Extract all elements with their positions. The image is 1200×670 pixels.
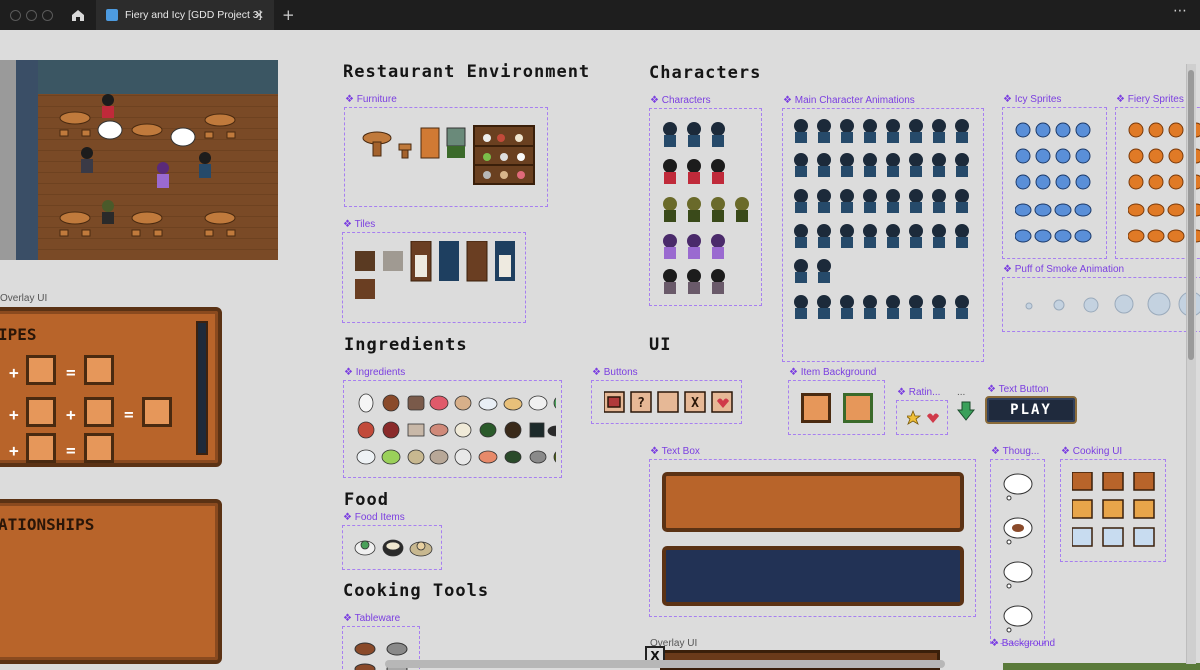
- frame-label-buttons[interactable]: ❖ Buttons: [592, 367, 638, 378]
- frame-ingredients[interactable]: [343, 380, 562, 478]
- home-button[interactable]: [62, 0, 94, 30]
- frame-furniture[interactable]: [344, 107, 548, 207]
- equals-sign: =: [124, 405, 134, 424]
- background-image-preview[interactable]: [1003, 663, 1200, 670]
- heading-food: Food: [344, 490, 389, 510]
- restaurant-furniture-sprites: [59, 94, 236, 237]
- x-button-glyph: X: [691, 396, 699, 411]
- recipe-slot: [26, 355, 56, 385]
- frame-thought[interactable]: [990, 459, 1045, 644]
- frame-label-thought[interactable]: ❖ Thoug...: [991, 446, 1039, 457]
- frame-label-text-button[interactable]: ❖ Text Button: [987, 384, 1049, 395]
- recipe-slot: [26, 397, 56, 427]
- play-button[interactable]: PLAY: [985, 396, 1077, 424]
- window-minimize-control[interactable]: [26, 10, 37, 21]
- food-item-sprites: [354, 539, 433, 557]
- figma-file-icon: [106, 9, 118, 21]
- arrow-down-icon[interactable]: [957, 401, 975, 421]
- frame-label-item-background[interactable]: ❖ Item Background: [789, 367, 876, 378]
- new-tab-button[interactable]: +: [282, 6, 295, 24]
- question-button-glyph: ?: [637, 396, 645, 411]
- plus-sign: +: [9, 405, 19, 424]
- design-canvas[interactable]: Restaurant Environment ❖ Furniture ❖ Til…: [0, 30, 1200, 670]
- frame-label-tableware[interactable]: ❖ Tableware: [343, 613, 400, 624]
- frame-item-background[interactable]: [788, 380, 885, 435]
- thought-bubble-sprites: [1003, 473, 1033, 633]
- frame-buttons[interactable]: ? X: [591, 380, 742, 424]
- heading-ui: UI: [649, 335, 672, 355]
- equals-sign: =: [66, 363, 76, 382]
- relationships-panel-title: ATIONSHIPS: [0, 515, 95, 534]
- frame-tiles[interactable]: [342, 232, 526, 323]
- frame-label-background[interactable]: ❖ Background: [990, 638, 1055, 649]
- frame-label-overlay-ui-left[interactable]: Overlay UI: [0, 293, 47, 304]
- canvas-vertical-scroll-thumb[interactable]: [1188, 70, 1194, 360]
- text-box-orange: [662, 472, 964, 532]
- frame-label-ingredients[interactable]: ❖ Ingredients: [344, 367, 405, 378]
- rating-sprites: [907, 410, 939, 425]
- restaurant-scene-image[interactable]: [0, 60, 278, 260]
- frame-puff-of-smoke-animation[interactable]: [1002, 277, 1200, 332]
- tab-close-button[interactable]: ✕: [254, 8, 264, 22]
- recipes-panel-title: IPES: [0, 325, 37, 344]
- canvas-horizontal-scrollbar[interactable]: [385, 660, 945, 668]
- tile-sprites: [355, 241, 515, 299]
- equals-sign: =: [66, 441, 76, 460]
- frame-label-rating[interactable]: ❖ Ratin...: [897, 387, 940, 398]
- more-menu-button[interactable]: ⋯: [1173, 3, 1188, 19]
- heading-cooking-tools: Cooking Tools: [343, 581, 490, 601]
- window-zoom-control[interactable]: [42, 10, 53, 21]
- home-icon: [72, 9, 84, 21]
- plus-sign: +: [9, 363, 19, 382]
- frame-food-items[interactable]: [342, 525, 442, 570]
- recipe-slot: [142, 397, 172, 427]
- window-close-control[interactable]: [10, 10, 21, 21]
- frame-label-main-character-animations[interactable]: ❖ Main Character Animations: [783, 95, 915, 106]
- frame-label-tiles[interactable]: ❖ Tiles: [343, 219, 375, 230]
- frame-label-fiery-sprites[interactable]: ❖ Fiery Sprites: [1116, 94, 1184, 105]
- relationships-panel: ATIONSHIPS: [0, 499, 222, 664]
- furniture-sprites: [362, 125, 535, 185]
- frame-label-cooking-ui[interactable]: ❖ Cooking UI: [1061, 446, 1122, 457]
- window-titlebar: Fiery and Icy [GDD Project 3] ✕ + ⋯: [0, 0, 1200, 30]
- heading-restaurant-environment: Restaurant Environment: [343, 62, 591, 82]
- frame-label-puff-of-smoke-animation[interactable]: ❖ Puff of Smoke Animation: [1003, 264, 1124, 275]
- heading-characters: Characters: [649, 63, 762, 83]
- heading-ingredients: Ingredients: [344, 335, 468, 355]
- recipes-panel: IPES + = + + = + =: [0, 307, 222, 467]
- character-sprites: [663, 122, 749, 294]
- button-sprites: ? X: [604, 391, 733, 413]
- ingredient-sprites: [356, 393, 556, 466]
- frame-main-character-animations[interactable]: [782, 108, 984, 362]
- tab-title: Fiery and Icy [GDD Project 3]: [125, 9, 262, 21]
- frame-characters[interactable]: [649, 108, 762, 306]
- plus-sign: +: [9, 441, 19, 460]
- frame-text-box[interactable]: [649, 459, 976, 617]
- recipe-slot: [84, 433, 114, 463]
- frame-rating[interactable]: [896, 400, 948, 435]
- frame-label-furniture[interactable]: ❖ Furniture: [345, 94, 397, 105]
- plus-sign: +: [66, 405, 76, 424]
- item-background-selected: [843, 393, 873, 423]
- frame-icy-sprites[interactable]: [1002, 107, 1107, 259]
- recipes-scrollbar[interactable]: [196, 321, 208, 455]
- cooking-ui-tiles: [1072, 472, 1155, 547]
- icy-sprite-sheet: [1015, 122, 1092, 243]
- text-box-blue: [662, 546, 964, 606]
- frame-cooking-ui[interactable]: [1060, 459, 1166, 562]
- tab-fiery-and-icy[interactable]: Fiery and Icy [GDD Project 3] ✕: [96, 0, 274, 30]
- item-background-default: [801, 393, 831, 423]
- recipe-slot: [84, 355, 114, 385]
- frame-label-text-box[interactable]: ❖ Text Box: [650, 446, 700, 457]
- frame-label-icy-sprites[interactable]: ❖ Icy Sprites: [1003, 94, 1061, 105]
- main-character-animation-sprites: [794, 119, 969, 319]
- recipe-slot: [84, 397, 114, 427]
- frame-label-characters[interactable]: ❖ Characters: [650, 95, 711, 106]
- frame-label-food-items[interactable]: ❖ Food Items: [343, 512, 405, 523]
- smoke-animation-sprites: [1025, 291, 1200, 317]
- recipe-slot: [26, 433, 56, 463]
- frame-label-ellipsis[interactable]: ...: [957, 387, 965, 398]
